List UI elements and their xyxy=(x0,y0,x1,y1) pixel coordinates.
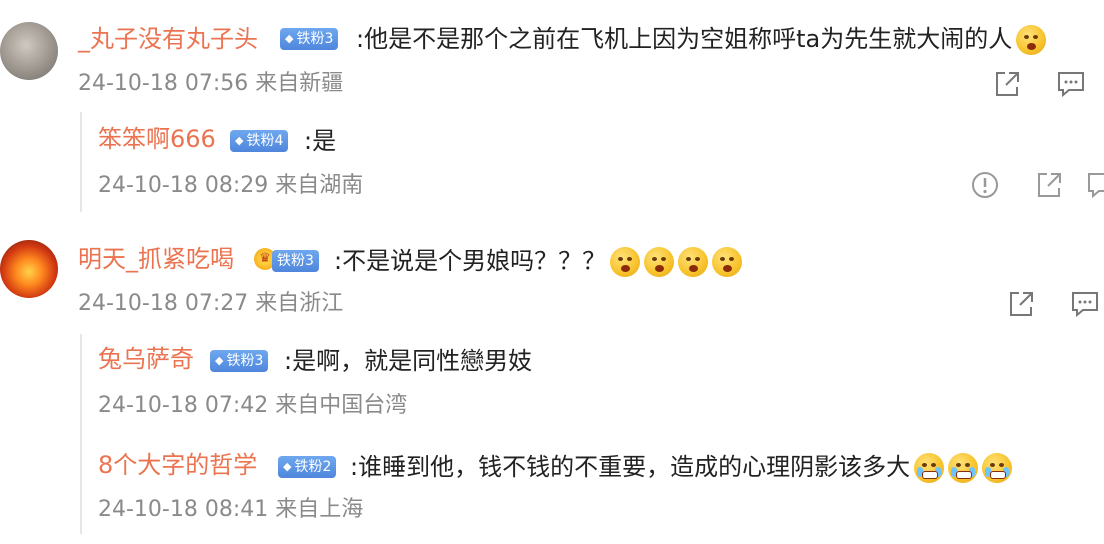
reply-text: :是啊，就是同性戀男妓 xyxy=(284,347,533,375)
fan-badge: ◆ 铁粉4 xyxy=(230,130,289,152)
reply-username[interactable]: 兔乌萨奇 xyxy=(98,344,194,374)
share-icon[interactable] xyxy=(1034,170,1064,200)
reply-meta: 24-10-18 07:42 来自中国台湾 xyxy=(98,393,408,418)
comment-icon[interactable] xyxy=(1070,289,1100,319)
emoji-icon xyxy=(948,453,979,483)
fan-badge: ◆ 铁粉2 xyxy=(278,456,337,478)
comment-username[interactable]: 明天_抓紧吃喝 xyxy=(78,244,234,274)
emoji-icon xyxy=(644,247,675,277)
emoji-icon xyxy=(1016,25,1047,55)
share-icon[interactable] xyxy=(1006,289,1036,319)
reply-text-content: :谁睡到他，钱不钱的不重要，造成的心理阴影该多大 xyxy=(350,453,911,481)
badge-label: 铁粉3 xyxy=(277,253,314,269)
comment-meta: 24-10-18 07:27 来自浙江 xyxy=(78,291,344,316)
emoji-icon xyxy=(982,453,1013,483)
avatar[interactable] xyxy=(0,22,58,80)
badge-label: 铁粉3 xyxy=(296,31,334,47)
comment-meta: 24-10-18 07:56 来自新疆 xyxy=(78,71,344,96)
fan-badge: ◆ 铁粉3 xyxy=(280,28,339,50)
badge-label: 铁粉3 xyxy=(226,353,264,369)
reply-meta: 24-10-18 08:29 来自湖南 xyxy=(98,173,364,198)
emoji-icon xyxy=(914,453,945,483)
report-icon[interactable] xyxy=(970,170,1000,200)
diamond-icon: ◆ xyxy=(215,354,224,367)
share-icon[interactable] xyxy=(992,69,1022,99)
reply-divider xyxy=(80,112,82,212)
reply-meta: 24-10-18 08:41 来自上海 xyxy=(98,497,364,522)
badge-label: 铁粉2 xyxy=(294,459,332,475)
comment-text: :他是不是那个之前在飞机上因为空姐称呼ta为先生就大闹的人 xyxy=(356,24,1047,55)
badge-label: 铁粉4 xyxy=(246,133,284,149)
emoji-icon xyxy=(712,247,743,277)
reply-text: :谁睡到他，钱不钱的不重要，造成的心理阴影该多大 xyxy=(350,452,1013,483)
emoji-icon xyxy=(610,247,641,277)
fan-badge: 铁粉3 xyxy=(272,250,319,272)
comment-icon[interactable] xyxy=(1086,170,1104,200)
comment-text: :不是说是个男娘吗？？？ xyxy=(334,246,743,277)
reply-username[interactable]: 笨笨啊666 xyxy=(98,124,216,154)
comment-text-content: :他是不是那个之前在飞机上因为空姐称呼ta为先生就大闹的人 xyxy=(356,25,1013,53)
comment-username[interactable]: _丸子没有丸子头 xyxy=(78,24,258,54)
reply-username[interactable]: 8个大字的哲学 xyxy=(98,450,257,480)
diamond-icon: ◆ xyxy=(283,460,292,473)
emoji-icon xyxy=(678,247,709,277)
comment-text-content: :不是说是个男娘吗？？？ xyxy=(334,247,607,275)
reply-text: :是 xyxy=(304,127,337,155)
comment-icon[interactable] xyxy=(1056,69,1086,99)
fan-badge: ◆ 铁粉3 xyxy=(210,350,269,372)
avatar[interactable] xyxy=(0,240,58,298)
reply-divider xyxy=(80,334,82,534)
diamond-icon: ◆ xyxy=(285,32,294,45)
diamond-icon: ◆ xyxy=(235,134,244,147)
